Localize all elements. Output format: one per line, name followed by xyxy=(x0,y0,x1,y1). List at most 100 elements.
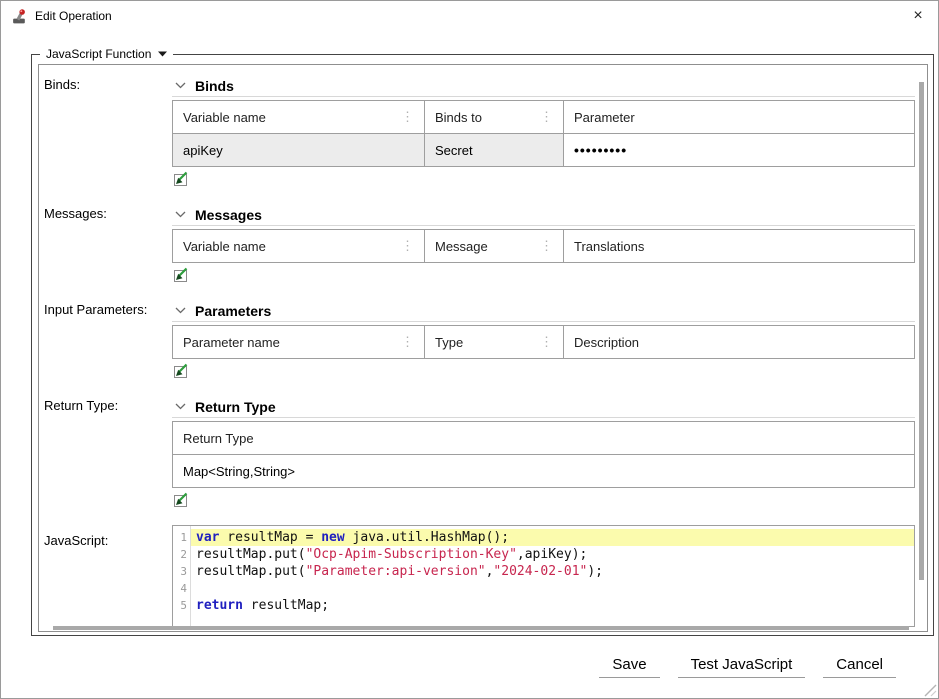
section-return-type: Return Type: Return Type Return Type Map<… xyxy=(44,396,927,508)
column-header[interactable]: Return Type xyxy=(173,422,914,454)
section-parameters: Input Parameters: Parameters Parameter n… xyxy=(44,300,927,379)
column-header-label: Message xyxy=(435,239,540,254)
column-header-label: Variable name xyxy=(183,239,401,254)
column-header-label: Return Type xyxy=(183,431,904,446)
column-header[interactable]: Parameter xyxy=(564,101,914,133)
column-header-label: Translations xyxy=(574,239,904,254)
section-binds: Binds: Binds Variable name⋮Binds to⋮Para… xyxy=(44,75,927,187)
chevron-down-icon xyxy=(175,82,186,89)
table-cell[interactable]: ••••••••• xyxy=(564,134,914,166)
column-header[interactable]: Variable name⋮ xyxy=(173,101,425,133)
line-number: 3 xyxy=(173,563,190,580)
column-header[interactable]: Type⋮ xyxy=(425,326,564,358)
code-token: "Parameter:api-version" xyxy=(306,564,486,579)
line-number: 5 xyxy=(173,597,190,614)
vertical-scrollbar[interactable] xyxy=(919,82,924,580)
messages-table: Variable name⋮Message⋮Translations xyxy=(172,229,915,263)
binds-label: Binds: xyxy=(44,75,172,187)
code-token: ); xyxy=(587,564,603,579)
code-token: var xyxy=(196,530,219,545)
parameters-label: Input Parameters: xyxy=(44,300,172,379)
section-title: Messages xyxy=(195,207,262,223)
save-button[interactable]: Save xyxy=(599,652,659,678)
test-javascript-button[interactable]: Test JavaScript xyxy=(678,652,806,678)
javascript-function-groupbox: JavaScript Function Binds: Binds Variabl… xyxy=(31,54,934,636)
parameters-table: Parameter name⋮Type⋮Description xyxy=(172,325,915,359)
table-row[interactable]: Map<String,String> xyxy=(173,455,914,487)
column-menu-icon[interactable]: ⋮ xyxy=(540,241,553,251)
code-gutter: 12345 xyxy=(173,526,191,626)
binds-table: Variable name⋮Binds to⋮ParameterapiKeySe… xyxy=(172,100,915,167)
code-line[interactable]: resultMap.put("Parameter:api-version","2… xyxy=(191,563,914,580)
code-token: resultMap; xyxy=(243,598,329,613)
messages-label: Messages: xyxy=(44,204,172,283)
code-token: resultMap = xyxy=(219,530,321,545)
column-header-label: Variable name xyxy=(183,110,401,125)
return-type-collapse-header[interactable]: Return Type xyxy=(172,396,915,418)
table-cell[interactable]: Map<String,String> xyxy=(173,455,914,487)
section-messages: Messages: Messages Variable name⋮Message… xyxy=(44,204,927,283)
column-header-label: Parameter name xyxy=(183,335,401,350)
javascript-code-editor[interactable]: 12345 var resultMap = new java.util.Hash… xyxy=(172,525,915,627)
column-header[interactable]: Translations xyxy=(564,230,914,262)
column-header-label: Binds to xyxy=(435,110,540,125)
section-javascript: JavaScript: 12345 var resultMap = new ja… xyxy=(44,525,927,627)
footer-buttons: Save Test JavaScript Cancel xyxy=(599,652,896,678)
return-type-label: Return Type: xyxy=(44,396,172,508)
column-menu-icon[interactable]: ⋮ xyxy=(540,337,553,347)
add-row-icon[interactable] xyxy=(172,492,188,508)
column-header-label: Description xyxy=(574,335,904,350)
column-header[interactable]: Parameter name⋮ xyxy=(173,326,425,358)
parameters-collapse-header[interactable]: Parameters xyxy=(172,300,915,322)
line-number: 2 xyxy=(173,546,190,563)
app-icon xyxy=(11,8,28,25)
return-type-table: Return Type Map<String,String> xyxy=(172,421,915,488)
code-token: resultMap.put( xyxy=(196,547,306,562)
code-token: ,apiKey); xyxy=(517,547,587,562)
chevron-down-icon xyxy=(175,307,186,314)
form-panel: Binds: Binds Variable name⋮Binds to⋮Para… xyxy=(38,64,928,632)
section-title: Return Type xyxy=(195,399,276,415)
cancel-button[interactable]: Cancel xyxy=(823,652,896,678)
add-row-icon[interactable] xyxy=(172,171,188,187)
code-token: "2024-02-01" xyxy=(493,564,587,579)
code-token: "Ocp-Apim-Subscription-Key" xyxy=(306,547,517,562)
edit-operation-dialog: Edit Operation × JavaScript Function Bin… xyxy=(0,0,939,699)
titlebar: Edit Operation × xyxy=(1,1,938,31)
code-lines: var resultMap = new java.util.HashMap();… xyxy=(191,526,914,626)
column-header-label: Type xyxy=(435,335,540,350)
window-title: Edit Operation xyxy=(35,9,112,23)
table-cell[interactable]: apiKey xyxy=(173,134,425,166)
add-row-icon[interactable] xyxy=(172,363,188,379)
column-header[interactable]: Binds to⋮ xyxy=(425,101,564,133)
column-header[interactable]: Message⋮ xyxy=(425,230,564,262)
column-menu-icon[interactable]: ⋮ xyxy=(401,112,414,122)
code-line[interactable]: var resultMap = new java.util.HashMap(); xyxy=(191,529,914,546)
table-row[interactable]: apiKeySecret••••••••• xyxy=(173,134,914,166)
table-cell[interactable]: Secret xyxy=(425,134,564,166)
code-token: java.util.HashMap(); xyxy=(345,530,509,545)
code-line[interactable]: resultMap.put("Ocp-Apim-Subscription-Key… xyxy=(191,546,914,563)
binds-collapse-header[interactable]: Binds xyxy=(172,75,915,97)
close-icon[interactable]: × xyxy=(906,8,930,24)
chevron-down-icon xyxy=(175,211,186,218)
horizontal-scrollbar[interactable] xyxy=(53,626,909,630)
column-header-label: Parameter xyxy=(574,110,904,125)
column-header[interactable]: Description xyxy=(564,326,914,358)
code-token: return xyxy=(196,598,243,613)
code-token: resultMap.put( xyxy=(196,564,306,579)
column-menu-icon[interactable]: ⋮ xyxy=(401,241,414,251)
column-menu-icon[interactable]: ⋮ xyxy=(540,112,553,122)
resize-grip[interactable] xyxy=(923,683,937,697)
add-row-icon[interactable] xyxy=(172,267,188,283)
messages-collapse-header[interactable]: Messages xyxy=(172,204,915,226)
section-title: Binds xyxy=(195,78,234,94)
column-menu-icon[interactable]: ⋮ xyxy=(401,337,414,347)
column-header[interactable]: Variable name⋮ xyxy=(173,230,425,262)
function-type-selector[interactable]: JavaScript Function xyxy=(40,47,173,61)
javascript-label: JavaScript: xyxy=(44,525,172,627)
code-line[interactable] xyxy=(191,580,914,597)
code-line[interactable]: return resultMap; xyxy=(191,597,914,614)
line-number: 4 xyxy=(173,580,190,597)
code-token: new xyxy=(321,530,344,545)
